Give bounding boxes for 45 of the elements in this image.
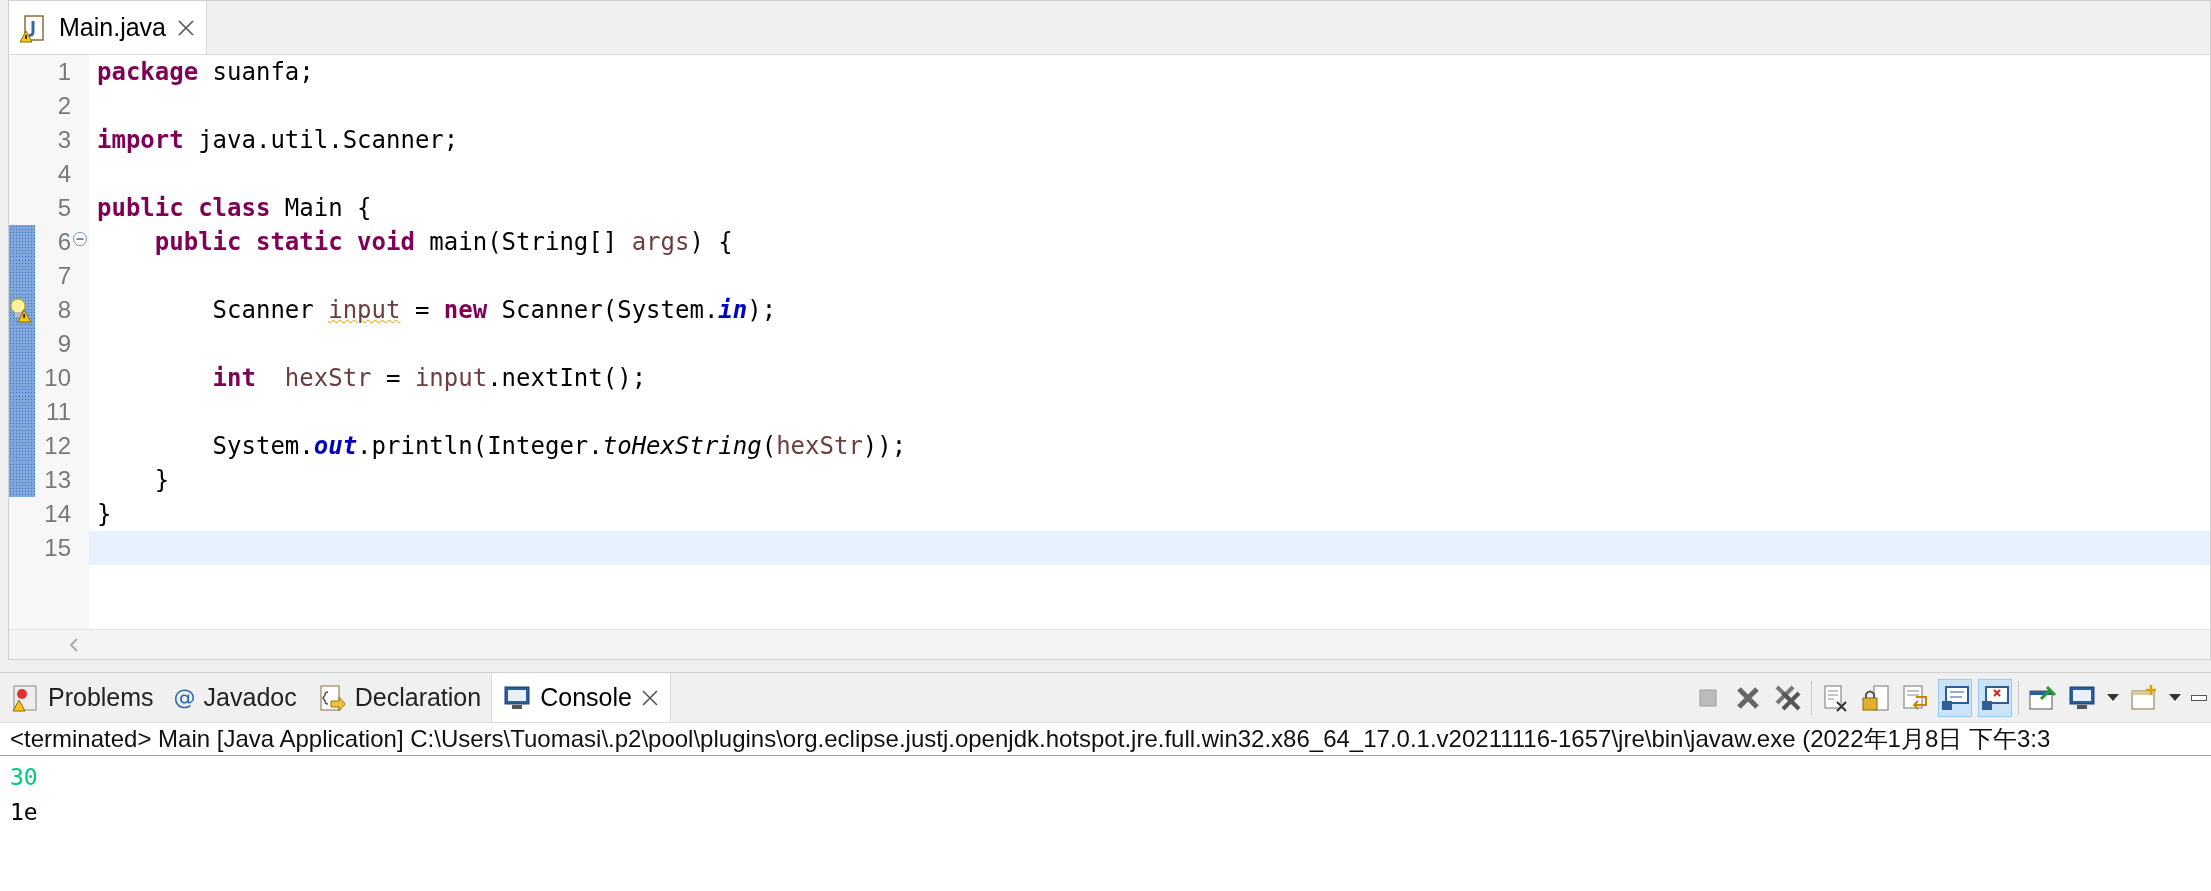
line-number: 5 <box>56 193 71 223</box>
dropdown-caret-icon <box>2169 694 2181 701</box>
panel-tab[interactable]: Declaration <box>306 673 492 722</box>
code-line: public class Main { <box>96 193 372 224</box>
line-number: 13 <box>43 465 71 495</box>
code-line: int hexStr = input.nextInt(); <box>211 363 647 394</box>
console-error-button[interactable] <box>1978 678 2012 717</box>
panel-tab[interactable]: Problems <box>0 673 164 722</box>
horizontal-scrollbar[interactable] <box>9 629 2210 659</box>
new-console-icon <box>2129 682 2159 713</box>
panel-tab[interactable]: @ Javadoc <box>163 673 307 722</box>
console-output-text: 1e <box>10 798 39 827</box>
lock-icon <box>1860 682 1890 713</box>
line-number: 6 <box>56 227 71 257</box>
collapse-icon[interactable] <box>72 231 88 247</box>
line-number: 3 <box>56 125 71 155</box>
problems-icon <box>10 682 40 713</box>
line-number: 10 <box>43 363 71 393</box>
at-sign-icon: @ <box>173 681 196 714</box>
line-number: 11 <box>45 397 71 427</box>
panel-tab[interactable]: Console <box>491 673 671 722</box>
console-input-text: 30 <box>10 763 39 792</box>
code-line: } <box>153 465 170 496</box>
line-number: 1 <box>56 57 71 87</box>
minimize-icon <box>2191 694 2207 701</box>
code-line: import java.util.Scanner; <box>96 125 459 156</box>
editor-tab[interactable]: Main.java <box>9 1 207 54</box>
close-icon[interactable] <box>639 687 660 708</box>
close-icon[interactable] <box>176 17 196 38</box>
code-line: Scanner input = new Scanner(System.in); <box>211 295 777 326</box>
code-line: package suanfa; <box>96 57 314 88</box>
line-number: 4 <box>56 159 71 189</box>
code-line: System.out.println(Integer.toHexString(hexStr)); <box>211 431 907 462</box>
code-line: public static void main(String[] args) { <box>153 227 733 258</box>
line-number: 15 <box>43 533 71 563</box>
dropdown-caret-icon <box>2107 694 2119 701</box>
line-number: 12 <box>43 431 71 461</box>
line-number: 2 <box>56 91 71 121</box>
line-number: 7 <box>56 261 71 291</box>
console-output-button[interactable] <box>1938 678 1972 717</box>
console-header: <terminated> Main [Java Application] C:\Users\Tuomasi\.p2\pool\plugins\org.eclipse.justj.openjdk.hotspot.jre.full.win32.x86_64_17.0.1.v20211116-1657\jre\bin\javaw.exe (2022年1月8日 下午3:3 <box>0 723 2211 756</box>
line-number: 14 <box>43 499 71 529</box>
line-number: 8 <box>56 295 71 325</box>
line-number: 9 <box>56 329 71 359</box>
code-line: } <box>96 499 112 530</box>
